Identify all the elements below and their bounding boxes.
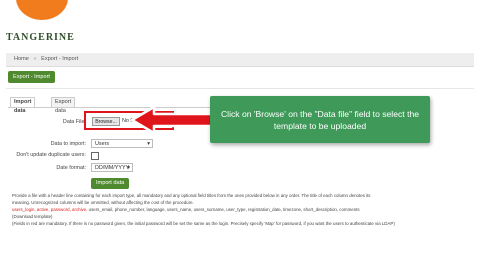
data-to-import-value: Users <box>95 141 110 147</box>
data-to-import-select[interactable]: Users ▾ <box>91 139 153 148</box>
chevron-down-icon: ▾ <box>127 165 130 171</box>
data-to-import-label: Data to import: <box>50 141 86 147</box>
instructions-line-4: (Fields in red are mandatory. If there i… <box>12 221 395 226</box>
date-format-select[interactable]: DD/MM/YYYY ▾ <box>91 163 133 172</box>
download-template-link[interactable]: (Download template) <box>12 213 472 220</box>
instructions-line-1: Provide a file with a header line contai… <box>12 193 371 198</box>
chevron-down-icon: ▾ <box>147 141 150 147</box>
callout-text: Click on 'Browse' on the "Data file" fie… <box>220 108 420 131</box>
instructions-line-2: meaning. Unrecognized columns will be om… <box>12 200 194 205</box>
import-data-button[interactable]: Import data <box>91 178 130 189</box>
tab-export-data[interactable]: Export data <box>51 97 76 114</box>
dont-update-checkbox[interactable] <box>91 152 99 160</box>
import-instructions: Provide a file with a header line contai… <box>12 192 472 227</box>
logo-text: TANGERINE <box>6 32 75 43</box>
data-file-label: Data File: <box>62 119 86 125</box>
dont-update-label: Don't update duplicate users: <box>16 152 86 158</box>
breadcrumb-current[interactable]: Export - Import <box>41 56 78 62</box>
export-import-section-button[interactable]: Export - Import <box>8 71 55 83</box>
date-format-label: Date format: <box>56 165 86 171</box>
app-header: TANGERINE <box>0 0 480 50</box>
pointer-arrow-icon <box>130 105 220 135</box>
divider <box>6 88 474 89</box>
instructions-fields: users_login, active, password, archive, … <box>12 206 472 213</box>
tab-import-data[interactable]: Import data <box>10 97 36 114</box>
required-fields: users_login, active, password, archive, <box>12 207 88 212</box>
date-format-value: DD/MM/YYYY <box>95 165 130 171</box>
breadcrumb-home-link[interactable]: Home <box>14 56 29 62</box>
breadcrumb-separator: » <box>33 56 37 62</box>
instruction-callout: Click on 'Browse' on the "Data file" fie… <box>210 96 430 143</box>
breadcrumb: Home » Export - Import <box>6 53 474 67</box>
tangerine-logo-icon <box>16 0 68 20</box>
optional-fields: users_email, phone_number, language, use… <box>87 207 360 212</box>
